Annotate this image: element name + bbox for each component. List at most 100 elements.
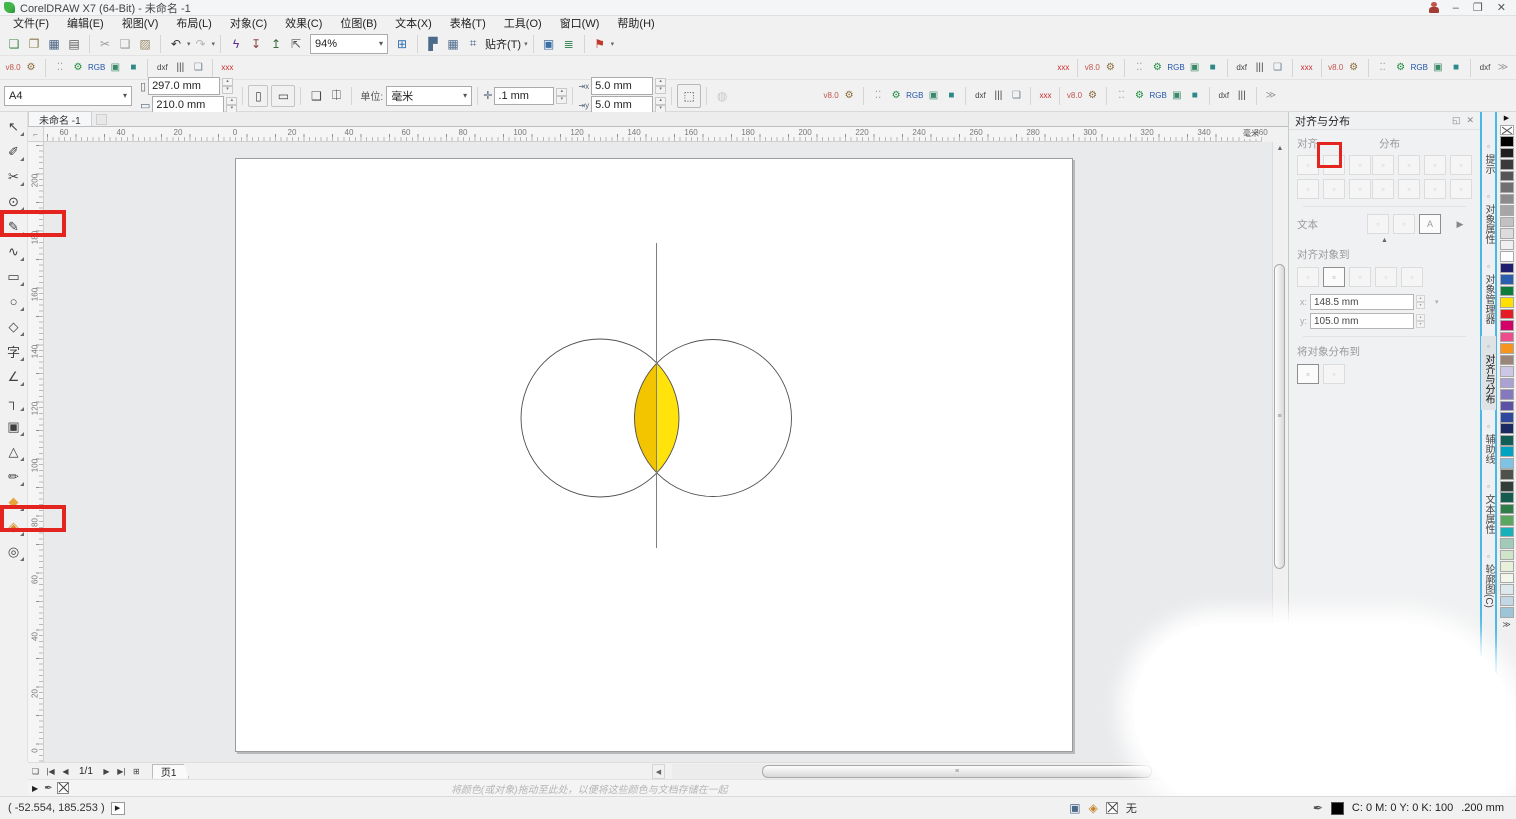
last-page-button[interactable]: ▶| — [114, 764, 129, 779]
new-tab-button[interactable] — [96, 114, 107, 125]
color-swatch[interactable] — [1500, 527, 1514, 538]
units-select[interactable]: 毫米 ▾ — [386, 86, 472, 106]
palette-flyout-icon[interactable]: ▶ — [32, 784, 38, 793]
spacing-settings-icon[interactable]: ⁚⁚ — [51, 59, 69, 77]
distribute-spacing-h-button[interactable]: ▫ — [1424, 155, 1446, 175]
menu-item-3[interactable]: 布局(L) — [167, 16, 220, 32]
distribute-right-button[interactable]: ▫ — [1450, 155, 1472, 175]
page-height-spinner[interactable]: ▴▾ — [226, 97, 237, 113]
color-swatch[interactable] — [1500, 412, 1514, 423]
menu-item-8[interactable]: 表格(T) — [441, 16, 495, 32]
horizontal-ruler[interactable]: 毫米 6040200204060801001201401601802002202… — [44, 127, 1262, 142]
menu-item-0[interactable]: 文件(F) — [4, 16, 58, 32]
page-flag-icon[interactable]: ❏ — [28, 764, 43, 779]
shape-tool[interactable]: ✐ — [2, 139, 26, 164]
barcode-icon[interactable]: ||| — [989, 87, 1007, 105]
align-to-page-center-button[interactable]: ▫ — [1349, 267, 1371, 287]
image-frame-icon[interactable]: ▣ — [1186, 59, 1204, 77]
menu-item-11[interactable]: 帮助(H) — [608, 16, 663, 32]
dimension-tool[interactable]: ∠ — [2, 364, 26, 389]
palette-more-button[interactable]: ≫ — [1502, 620, 1510, 629]
treat-as-filled-button[interactable]: ⬚ — [677, 84, 701, 108]
horizontal-scroll-thumb[interactable]: ≡ — [762, 765, 1152, 778]
user-account-icon[interactable] — [1429, 2, 1439, 13]
vba-version-icon[interactable]: v8.0 — [1083, 59, 1101, 77]
menu-item-1[interactable]: 编辑(E) — [58, 16, 113, 32]
lock-icon[interactable]: ■ — [1204, 59, 1222, 77]
no-color-swatch[interactable] — [57, 782, 69, 794]
coordinates-flyout-button[interactable]: ▶ — [111, 802, 125, 815]
save-button[interactable]: ▦ — [44, 34, 64, 54]
color-swatch[interactable] — [1500, 159, 1514, 170]
redo-button-dropdown[interactable]: ▾ — [212, 40, 216, 48]
docker-collapse-icon[interactable]: ▲ — [1297, 237, 1472, 244]
vba-version-icon[interactable]: v8.0 — [822, 87, 840, 105]
color-swatch[interactable] — [1500, 286, 1514, 297]
color-swatch[interactable] — [1500, 378, 1514, 389]
spacing-settings-icon[interactable]: ⁚⁚ — [1112, 87, 1130, 105]
docker-float-icon[interactable]: ◱ — [1452, 115, 1461, 126]
docker-tab-1[interactable]: ▫对象属性 — [1481, 186, 1496, 250]
print-button[interactable]: ▤ — [64, 34, 84, 54]
portrait-button[interactable]: ▯ — [248, 85, 268, 107]
color-swatch[interactable] — [1500, 309, 1514, 320]
no-color-swatch[interactable] — [1500, 125, 1514, 136]
distribute-center-v-button[interactable]: ▫ — [1398, 179, 1420, 199]
align-x-spinner[interactable]: ▴▾ — [1416, 295, 1425, 309]
import-button[interactable]: ↧ — [246, 34, 266, 54]
artistic-media-tool[interactable]: ∿ — [2, 239, 26, 264]
polygon-tool[interactable]: ◇ — [2, 314, 26, 339]
duplicate-x-field[interactable]: 5.0 mm — [591, 77, 653, 95]
drawing-canvas[interactable] — [44, 142, 1272, 762]
zoom-level-select[interactable]: 94%▾ — [310, 34, 388, 54]
color-swatch[interactable] — [1500, 435, 1514, 446]
vba-version-icon[interactable]: v8.0 — [1065, 87, 1083, 105]
page-size-select[interactable]: A4 ▾ — [4, 86, 132, 106]
color-swatch[interactable] — [1500, 538, 1514, 549]
show-grid-button[interactable]: ▦ — [443, 34, 463, 54]
spacing-settings-icon[interactable]: ⁚⁚ — [869, 87, 887, 105]
color-swatch[interactable] — [1500, 240, 1514, 251]
menu-item-2[interactable]: 视图(V) — [113, 16, 168, 32]
crop-tool[interactable]: ✂ — [2, 164, 26, 189]
restore-button[interactable]: ❐ — [1473, 2, 1483, 14]
color-swatch[interactable] — [1500, 573, 1514, 584]
user-settings-icon[interactable]: ⚙ — [22, 59, 40, 77]
image-frame-icon[interactable]: ▣ — [1168, 87, 1186, 105]
page-tab[interactable]: 页1 — [152, 764, 190, 779]
menu-item-4[interactable]: 对象(C) — [221, 16, 276, 32]
align-x-field[interactable]: 148.5 mm — [1310, 294, 1414, 310]
page-width-spinner[interactable]: ▴▾ — [222, 78, 233, 94]
eyedropper-tool[interactable]: ✏ — [2, 464, 26, 489]
color-swatch[interactable] — [1500, 446, 1514, 457]
text-tool[interactable]: 字 — [2, 339, 26, 364]
undo-button-dropdown[interactable]: ▾ — [187, 40, 191, 48]
user-settings-icon[interactable]: ⚙ — [1345, 59, 1363, 77]
user-settings-icon[interactable]: ⚙ — [1101, 59, 1119, 77]
snap-to-dropdown[interactable]: 贴齐(T) — [483, 34, 523, 54]
ruler-origin-button[interactable]: ⌐ — [28, 127, 44, 142]
color-swatch[interactable] — [1500, 263, 1514, 274]
docker-tab-3[interactable]: ▫对齐与分布 — [1481, 336, 1496, 410]
user-settings-icon[interactable]: ⚙ — [1083, 87, 1101, 105]
palette-flyout-button[interactable]: ▶ — [1504, 112, 1509, 124]
align-right-button[interactable]: ▫ — [1349, 155, 1371, 175]
undo-button[interactable]: ↶ — [166, 34, 186, 54]
search-content-button[interactable]: ϟ — [226, 34, 246, 54]
dxf-icon[interactable]: dxf — [971, 87, 989, 105]
image-frame-icon[interactable]: ▣ — [106, 59, 124, 77]
menu-item-6[interactable]: 位图(B) — [331, 16, 386, 32]
distribute-left-button[interactable]: ▫ — [1372, 155, 1394, 175]
color-swatch[interactable] — [1500, 182, 1514, 193]
color-swatch[interactable] — [1500, 561, 1514, 572]
text-first-line-button[interactable]: ▫ — [1367, 214, 1389, 234]
color-swatch[interactable] — [1500, 274, 1514, 285]
color-swatch[interactable] — [1500, 228, 1514, 239]
distribute-to-selection-button[interactable]: ▫ — [1297, 364, 1319, 384]
align-y-field[interactable]: 105.0 mm — [1310, 313, 1414, 329]
venn-drawing[interactable] — [44, 142, 1272, 762]
open-button[interactable]: ❐ — [24, 34, 44, 54]
document-tab[interactable]: 未命名 -1 — [28, 111, 92, 126]
extrude-tool[interactable]: △ — [2, 439, 26, 464]
close-button[interactable]: ✕ — [1497, 2, 1506, 14]
